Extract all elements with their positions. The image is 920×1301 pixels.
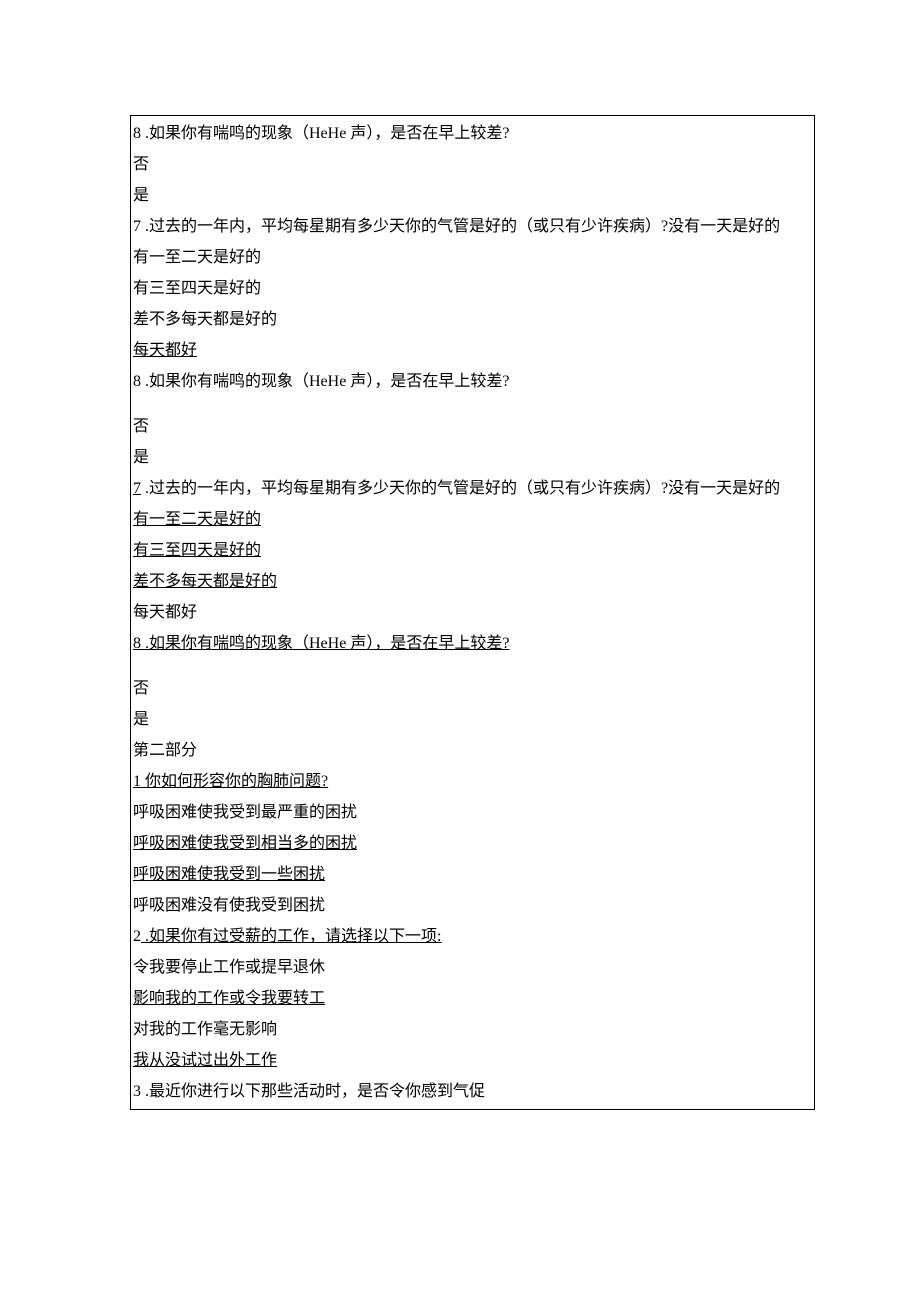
option-never-worked: 我从没试过出外工作 [133,1045,812,1076]
option-1-2-days: 有一至二天是好的 [133,242,812,273]
q-number: 7 [133,473,141,504]
section-2-header: 第二部分 [133,735,812,766]
option-almost-every: 差不多每天都是好的 [133,304,812,335]
option-yes: 是 [133,180,812,211]
underlined-text: 有一至二天是好的 [133,511,261,528]
option-yes: 是 [133,442,812,473]
q-number: 2 [133,921,141,952]
question-8a: 8 .如果你有喘鸣的现象（HeHe 声），是否在早上较差? [133,118,812,149]
underlined-text: 1 你如何形容你的胸肺问题? [133,773,328,790]
question-1: 1 你如何形容你的胸肺问题? [133,766,812,797]
q-number: 7 [133,211,141,242]
option-3-4-days: 有三至四天是好的 [133,273,812,304]
q-text: .如果你有喘鸣的现象（HeHe 声），是否在早上较差? [141,635,509,652]
option-1-2-days: 有一至二天是好的 [133,504,812,535]
q-text: .如果你有喘鸣的现象（HeHe 声），是否在早上较差? [141,125,509,142]
question-2: 2 .如果你有过受薪的工作，请选择以下一项: [133,921,812,952]
option-almost-every: 差不多每天都是好的 [133,566,812,597]
option-none: 呼吸困难没有使我受到困扰 [133,890,812,921]
question-8b: 8 .如果你有喘鸣的现象（HeHe 声），是否在早上较差? [133,366,812,397]
option-quite-much: 呼吸困难使我受到相当多的困扰 [133,828,812,859]
q-text: .过去的一年内，平均每星期有多少天你的气管是好的（或只有少许疾病）?没有一天是好… [141,480,780,497]
question-7a: 7 .过去的一年内，平均每星期有多少天你的气管是好的（或只有少许疾病）?没有一天… [133,211,812,242]
option-3-4-days: 有三至四天是好的 [133,535,812,566]
option-affect-work: 影响我的工作或令我要转工 [133,983,812,1014]
q-text: .过去的一年内，平均每星期有多少天你的气管是好的（或只有少许疾病）?没有一天是好… [141,218,780,235]
q-number: 8 [133,628,141,659]
option-some: 呼吸困难使我受到一些困扰 [133,859,812,890]
option-stop-work: 令我要停止工作或提早退休 [133,952,812,983]
question-8c: 8 .如果你有喘鸣的现象（HeHe 声），是否在早上较差? [133,628,812,659]
q-number: 3 [133,1076,141,1107]
content-box: 8 .如果你有喘鸣的现象（HeHe 声），是否在早上较差? 否 是 7 .过去的… [130,115,815,1110]
option-every-day: 每天都好 [133,335,812,366]
spacer [133,659,812,673]
option-no-effect: 对我的工作毫无影响 [133,1014,812,1045]
underlined-text: 每天都好 [133,342,197,359]
option-yes: 是 [133,704,812,735]
underlined-text: 呼吸困难使我受到相当多的困扰 [133,835,357,852]
option-no: 否 [133,149,812,180]
option-every-day: 每天都好 [133,597,812,628]
underlined-text: 我从没试过出外工作 [133,1052,277,1069]
option-no: 否 [133,411,812,442]
question-3: 3 .最近你进行以下那些活动时，是否令你感到气促 [133,1076,812,1107]
option-most-severe: 呼吸困难使我受到最严重的困扰 [133,797,812,828]
option-no: 否 [133,673,812,704]
q-number: 8 [133,366,141,397]
document-page: 8 .如果你有喘鸣的现象（HeHe 声），是否在早上较差? 否 是 7 .过去的… [0,0,920,1301]
question-7b: 7 .过去的一年内，平均每星期有多少天你的气管是好的（或只有少许疾病）?没有一天… [133,473,812,504]
q-text: .如果你有喘鸣的现象（HeHe 声），是否在早上较差? [141,373,509,390]
spacer [133,397,812,411]
underlined-text: 呼吸困难使我受到一些困扰 [133,866,325,883]
underlined-text: 影响我的工作或令我要转工 [133,990,325,1007]
q-text: .最近你进行以下那些活动时，是否令你感到气促 [141,1083,485,1100]
underlined-text: 差不多每天都是好的 [133,573,277,590]
q-number: 8 [133,118,141,149]
underlined-text: 有三至四天是好的 [133,542,261,559]
q-text: .如果你有过受薪的工作，请选择以下一项: [141,928,441,945]
